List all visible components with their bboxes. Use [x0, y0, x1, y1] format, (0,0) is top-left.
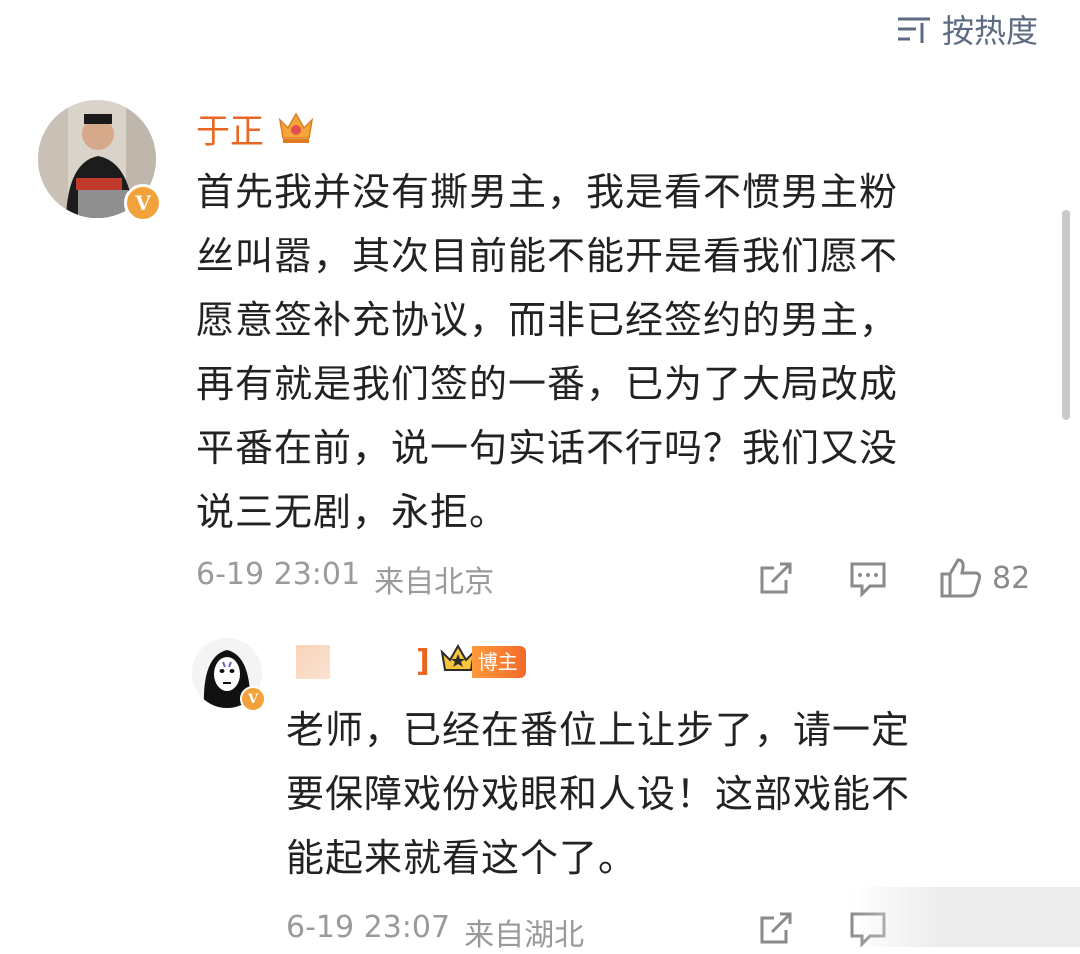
blogger-label: 博主 [471, 645, 526, 678]
scrollbar[interactable] [1062, 210, 1070, 420]
verified-badge-letter: V [135, 191, 151, 215]
crown-icon [276, 108, 316, 150]
like-button[interactable]: 82 [938, 556, 1030, 600]
reply-name-row: ] 博主 [296, 643, 526, 679]
verified-badge: V [240, 686, 266, 712]
verified-badge: V [124, 184, 162, 222]
comment-actions: 82 [756, 556, 1030, 600]
watermark-overlay [850, 887, 1080, 947]
repost-button[interactable] [756, 558, 796, 598]
repost-icon [756, 908, 796, 948]
reply-text: 老师，已经在番位上让步了，请一定 要保障戏份戏眼和人设！这部戏能不 能起来就看这… [286, 698, 1016, 890]
verified-badge-letter: V [247, 691, 259, 707]
sort-lines-icon [896, 13, 932, 45]
comment-location: 来自北京 [374, 565, 495, 600]
sort-label: 按热度 [941, 12, 1038, 50]
comment-line: 能起来就看这个了。 [286, 836, 638, 880]
comment-meta: 6-19 23:01 来自北京 [196, 557, 494, 601]
comment-line: 说三无剧，永拒。 [196, 490, 509, 534]
comment-line: 首先我并没有撕男主，我是看不惯男主粉 [196, 170, 899, 214]
commenter-avatar-wrap[interactable]: V [38, 100, 162, 222]
commenter-name-row: 于正 [196, 104, 316, 153]
comment-text: 首先我并没有撕男主，我是看不惯男主粉 丝叫嚣，其次目前能不能开是看我们愿不 愿意… [196, 160, 1026, 544]
blogger-badge: 博主 [438, 643, 526, 679]
comment-line: 要保障戏份戏眼和人设！这部戏能不 [286, 772, 911, 816]
reply-button[interactable] [848, 558, 888, 598]
commenter-username[interactable]: 于正 [196, 104, 264, 153]
comment-location: 来自湖北 [464, 918, 585, 953]
comment-line: 愿意签补充协议，而非已经签约的男主， [196, 298, 899, 342]
like-count: 82 [992, 560, 1031, 596]
comment-line: 平番在前，说一句实话不行吗？我们又没 [196, 426, 899, 470]
comment-time: 6-19 23:07 [286, 910, 451, 945]
reply-avatar-wrap[interactable]: V [192, 638, 266, 712]
repost-icon [756, 558, 796, 598]
comment-time: 6-19 23:01 [196, 557, 361, 592]
comment-icon [848, 558, 888, 598]
comment-line: 丝叫嚣，其次目前能不能开是看我们愿不 [196, 234, 899, 278]
reply-username-partial[interactable]: ] [416, 644, 430, 679]
repost-button[interactable] [756, 908, 796, 948]
reply-meta: 6-19 23:07 来自湖北 [286, 910, 584, 954]
comment-line: 老师，已经在番位上让步了，请一定 [286, 708, 911, 752]
thumbs-up-icon [938, 556, 984, 600]
comment-line: 再有就是我们签的一番，已为了大局改成 [196, 362, 899, 406]
sort-by-hot-button[interactable]: 按热度 [896, 6, 1038, 52]
hidden-username-mosaic [296, 644, 330, 679]
